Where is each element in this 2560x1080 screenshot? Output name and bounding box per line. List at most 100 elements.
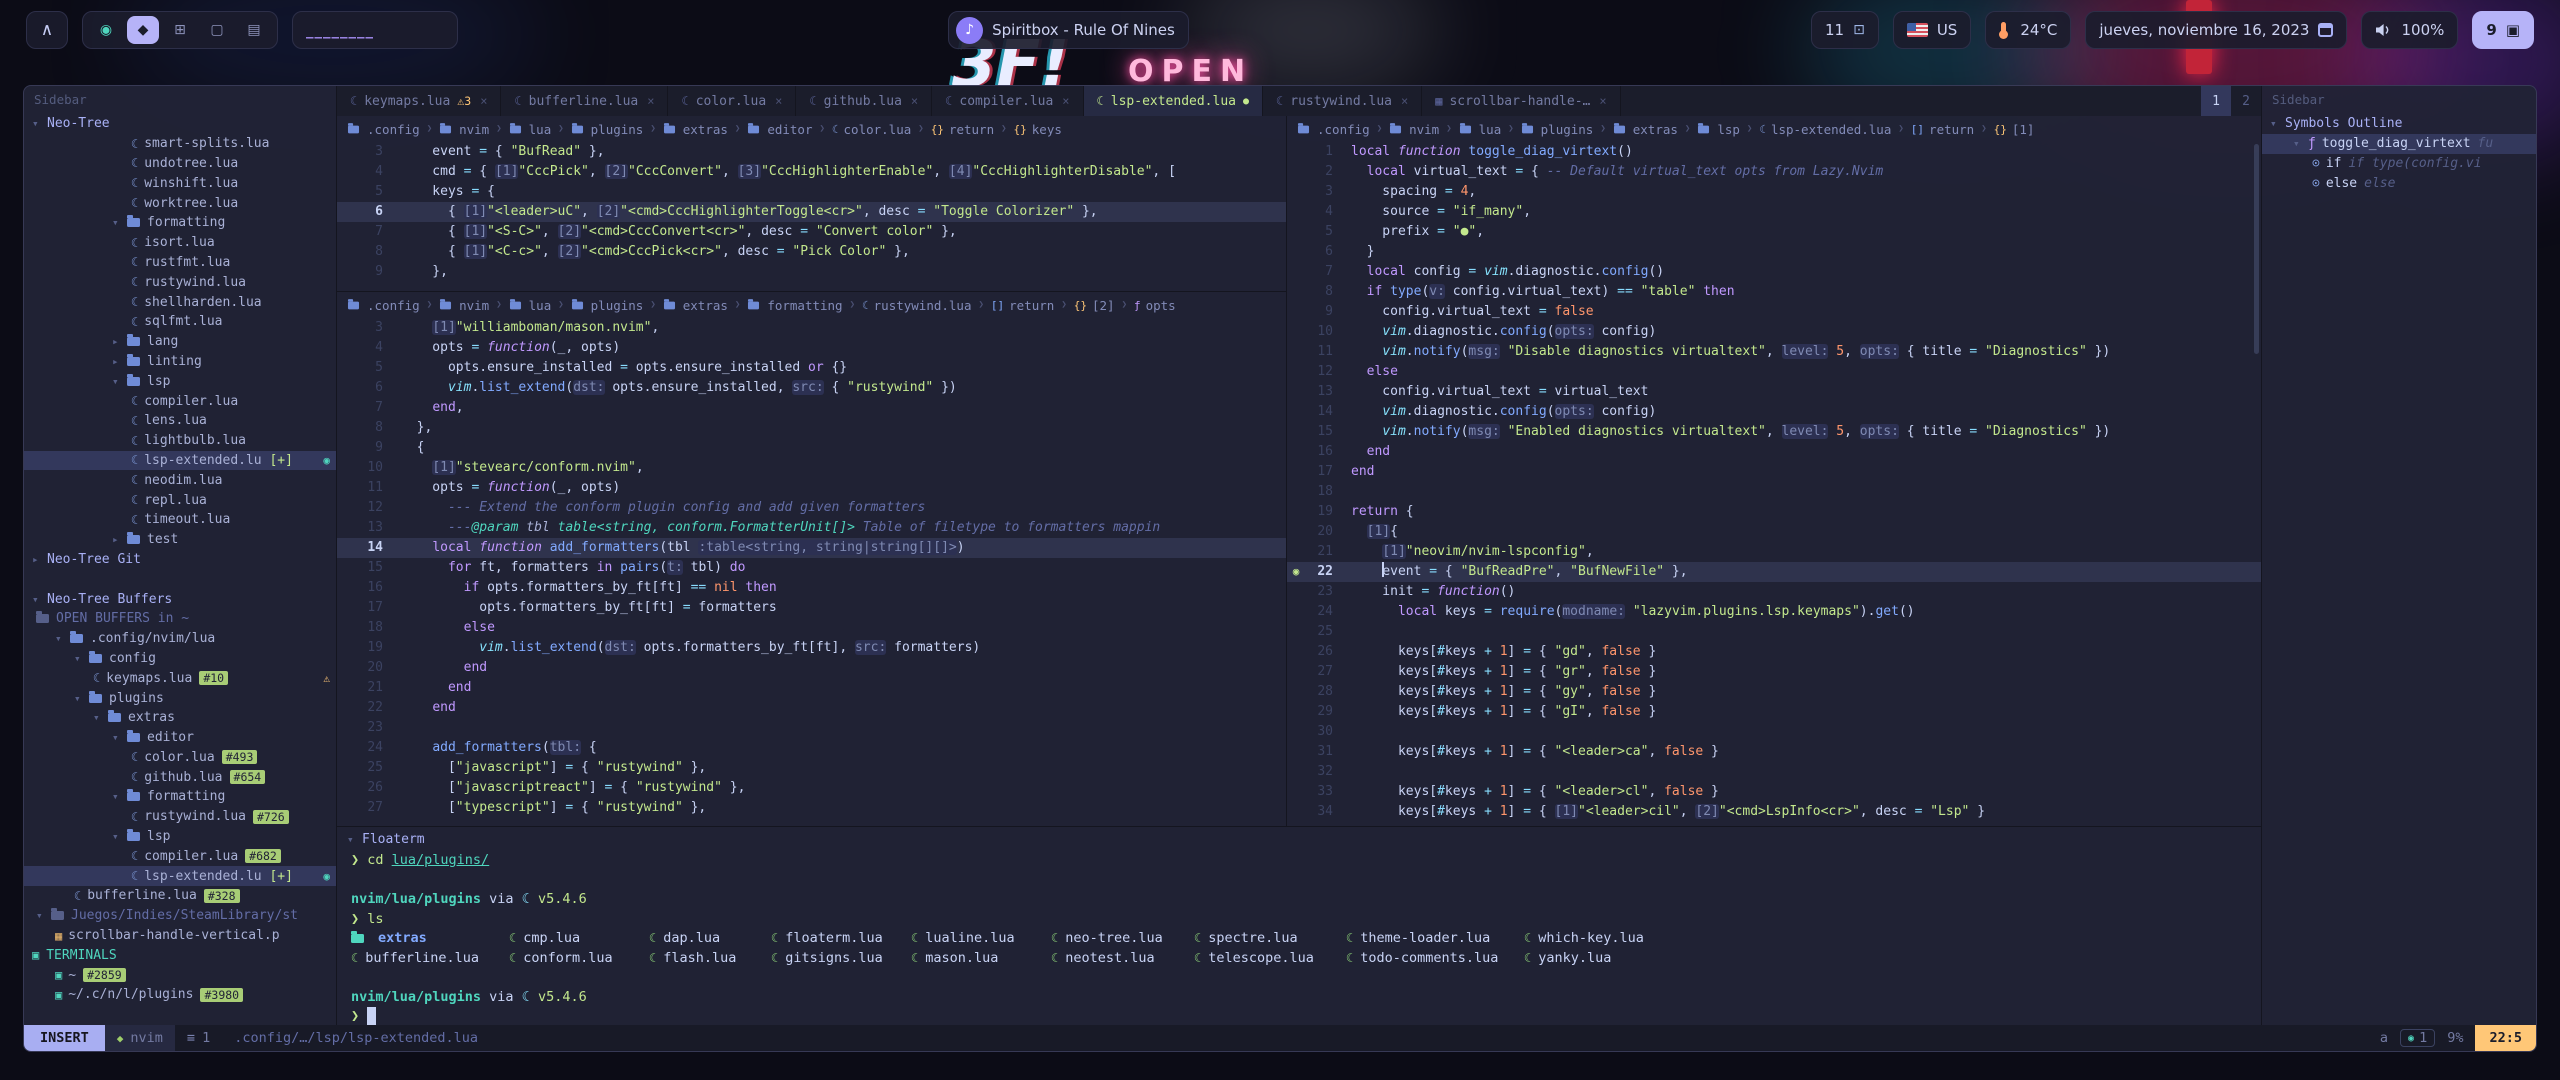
breadcrumb-item[interactable]: plugins — [571, 122, 644, 137]
code-line[interactable]: 4 opts = function(_, opts) — [337, 338, 1286, 358]
code-line[interactable]: 24 local keys = require(modname: "lazyvi… — [1287, 602, 2261, 622]
search-input[interactable]: ________ — [292, 11, 458, 49]
tree-row-else[interactable]: ⊙elseelse — [2262, 173, 2536, 193]
keyboard-layout-widget[interactable]: US — [1893, 11, 1972, 49]
code-line[interactable]: 17end — [1287, 462, 2261, 482]
breadcrumb-item[interactable]: extras — [663, 122, 728, 137]
tree-row-if[interactable]: ⊙ifif type(config.vi — [2262, 154, 2536, 174]
tree-row-isort-lua[interactable]: ☾isort.lua — [24, 233, 336, 253]
tree-row-formatting[interactable]: ▾formatting — [24, 787, 336, 807]
code-line[interactable]: 34 keys[#keys + 1] = { [1]"<leader>cil",… — [1287, 802, 2261, 822]
breadcrumb-item[interactable]: .config — [347, 298, 420, 313]
tab-close-button[interactable]: × — [480, 94, 487, 108]
tree-row-lens-lua[interactable]: ☾lens.lua — [24, 411, 336, 431]
tree-row-lsp-extended-lu[interactable]: ☾lsp-extended.lu [+]◉ — [24, 451, 336, 471]
tree-row-open-buffers-in-[interactable]: OPEN BUFFERS in ~ — [24, 609, 336, 629]
code-line[interactable]: 13 config.virtual_text = virtual_text — [1287, 382, 2261, 402]
tree-row-shellharden-lua[interactable]: ☾shellharden.lua — [24, 292, 336, 312]
code-line[interactable]: 27 keys[#keys + 1] = { "gr", false } — [1287, 662, 2261, 682]
tab-close-button[interactable]: × — [1599, 94, 1606, 108]
code-line[interactable]: 6 } — [1287, 242, 2261, 262]
tree-row--c-n-l-plugins[interactable]: ▣~/.c/n/l/plugins#3980 — [24, 985, 336, 1005]
code-line[interactable]: 12 else — [1287, 362, 2261, 382]
code-line[interactable]: 15 for ft, formatters in pairs(t: tbl) d… — [337, 558, 1286, 578]
tree-row-color-lua[interactable]: ☾color.lua#493 — [24, 748, 336, 768]
tree-row-toggle-diag-virtext[interactable]: ▾ƒtoggle_diag_virtextfu — [2262, 134, 2536, 154]
tree-row-linting[interactable]: ▸linting — [24, 352, 336, 372]
tab-close-button[interactable]: × — [1062, 94, 1069, 108]
code-line[interactable]: 9 { — [337, 438, 1286, 458]
breadcrumb-item[interactable]: plugins — [1521, 122, 1594, 137]
tree-row-lightbulb-lua[interactable]: ☾lightbulb.lua — [24, 431, 336, 451]
sidebar-section-terminals[interactable]: ▣TERMINALS — [24, 945, 336, 965]
breadcrumb-item[interactable]: lua — [509, 298, 552, 313]
code-line[interactable]: 21 end — [337, 678, 1286, 698]
tree-row-neodim-lua[interactable]: ☾neodim.lua — [24, 470, 336, 490]
code-line[interactable]: 27 ["typescript"] = { "rustywind" }, — [337, 798, 1286, 818]
code-line[interactable]: 10 vim.diagnostic.config(opts: config) — [1287, 322, 2261, 342]
code-line[interactable]: 18 else — [337, 618, 1286, 638]
breadcrumb-item[interactable]: ☾rustywind.lua — [862, 298, 971, 313]
code-line[interactable]: 26 keys[#keys + 1] = { "gd", false } — [1287, 642, 2261, 662]
code-line[interactable]: 26 ["javascriptreact"] = { "rustywind" }… — [337, 778, 1286, 798]
code-line[interactable]: 11 vim.notify(msg: "Disable diagnostics … — [1287, 342, 2261, 362]
tree-row-lsp[interactable]: ▾lsp — [24, 371, 336, 391]
editor-pane-lsp-extended-lua[interactable]: .config❯nvim❯lua❯plugins❯extras❯lsp❯☾lsp… — [1287, 116, 2261, 826]
tree-row-worktree-lua[interactable]: ☾worktree.lua — [24, 193, 336, 213]
code-line[interactable]: 31 keys[#keys + 1] = { "<leader>ca", fal… — [1287, 742, 2261, 762]
code-line[interactable]: 7 local config = vim.diagnostic.config() — [1287, 262, 2261, 282]
breadcrumb-item[interactable]: extras — [663, 298, 728, 313]
code-line[interactable]: ◉22 event = { "BufReadPre", "BufNewFile"… — [1287, 562, 2261, 582]
breadcrumb-item[interactable]: {}keys — [1014, 122, 1062, 137]
code-line[interactable]: 6 { [1]"<leader>uC", [2]"<cmd>CccHighlig… — [337, 202, 1286, 222]
tree-row-rustywind-lua[interactable]: ☾rustywind.lua#726 — [24, 807, 336, 827]
workspace-button-2[interactable]: ◆ — [127, 16, 159, 44]
code-line[interactable]: 23 — [337, 718, 1286, 738]
tree-row-plugins[interactable]: ▾plugins — [24, 688, 336, 708]
code-line[interactable]: 8 if type(v: config.virtual_text) == "ta… — [1287, 282, 2261, 302]
date-widget[interactable]: jueves, noviembre 16, 2023 — [2085, 11, 2347, 49]
tree-row-undotree-lua[interactable]: ☾undotree.lua — [24, 154, 336, 174]
breadcrumb-item[interactable]: nvim — [1389, 122, 1439, 137]
code-line[interactable]: 13 ---@param tbl table<string, conform.F… — [337, 518, 1286, 538]
code-line[interactable]: 9 }, — [337, 262, 1286, 282]
code-line[interactable]: 3 spacing = 4, — [1287, 182, 2261, 202]
tab-color-lua[interactable]: ☾color.lua× — [668, 86, 796, 116]
tree-row-sqlfmt-lua[interactable]: ☾sqlfmt.lua — [24, 312, 336, 332]
breadcrumb-item[interactable]: nvim — [439, 122, 489, 137]
code-line[interactable]: 8 { [1]"<C-c>", [2]"<cmd>CccPick<cr>", d… — [337, 242, 1286, 262]
breadcrumb-item[interactable]: .config — [347, 122, 420, 137]
tree-row-test[interactable]: ▸test — [24, 530, 336, 550]
code-line[interactable]: 21 [1]"neovim/nvim-lspconfig", — [1287, 542, 2261, 562]
code-line[interactable]: 7 end, — [337, 398, 1286, 418]
code-line[interactable]: 5 prefix = "●", — [1287, 222, 2261, 242]
code-line[interactable]: 11 opts = function(_, opts) — [337, 478, 1286, 498]
tree-row-editor[interactable]: ▾editor — [24, 728, 336, 748]
tree-row-timeout-lua[interactable]: ☾timeout.lua — [24, 510, 336, 530]
code-line[interactable]: 10 [1]"stevearc/conform.nvim", — [337, 458, 1286, 478]
code-line[interactable]: 6 vim.list_extend(dst: opts.ensure_insta… — [337, 378, 1286, 398]
code-line[interactable]: 4 cmd = { [1]"CccPick", [2]"CccConvert",… — [337, 162, 1286, 182]
tab-compiler-lua[interactable]: ☾compiler.lua× — [932, 86, 1083, 116]
code-line[interactable]: 14 local function add_formatters(tbl :ta… — [337, 538, 1286, 558]
code-line[interactable]: 8 }, — [337, 418, 1286, 438]
code-line[interactable]: 7 { [1]"<S-C>", [2]"<cmd>CccConvert<cr>"… — [337, 222, 1286, 242]
sidebar-section-symbols-outline[interactable]: ▾Symbols Outline — [2262, 114, 2536, 134]
tree-row-github-lua[interactable]: ☾github.lua#654 — [24, 767, 336, 787]
tree-row-compiler-lua[interactable]: ☾compiler.lua — [24, 391, 336, 411]
sidebar-section-neo-tree[interactable]: ▾Neo-Tree — [24, 114, 336, 134]
breadcrumb-item[interactable]: .config — [1297, 122, 1370, 137]
workspace-button-3[interactable]: ⊞ — [164, 16, 196, 44]
editor-pane-color-lua[interactable]: .config❯nvim❯lua❯plugins❯extras❯editor❯☾… — [337, 116, 1286, 292]
code-line[interactable]: 23 init = function() — [1287, 582, 2261, 602]
code-line[interactable]: 5 keys = { — [337, 182, 1286, 202]
tree-row-repl-lua[interactable]: ☾repl.lua — [24, 490, 336, 510]
tab-close-button[interactable]: × — [647, 94, 654, 108]
sidebar-section-neo-tree-buffers[interactable]: ▾Neo-Tree Buffers — [24, 589, 336, 609]
editor-pane-rustywind-lua[interactable]: .config❯nvim❯lua❯plugins❯extras❯formatti… — [337, 292, 1286, 826]
tree-row-winshift-lua[interactable]: ☾winshift.lua — [24, 173, 336, 193]
tree-row-lsp[interactable]: ▾lsp — [24, 827, 336, 847]
tab-close-button[interactable]: × — [1401, 94, 1408, 108]
breadcrumb-item[interactable]: ƒopts — [1134, 298, 1176, 313]
code-line[interactable]: 28 keys[#keys + 1] = { "gy", false } — [1287, 682, 2261, 702]
